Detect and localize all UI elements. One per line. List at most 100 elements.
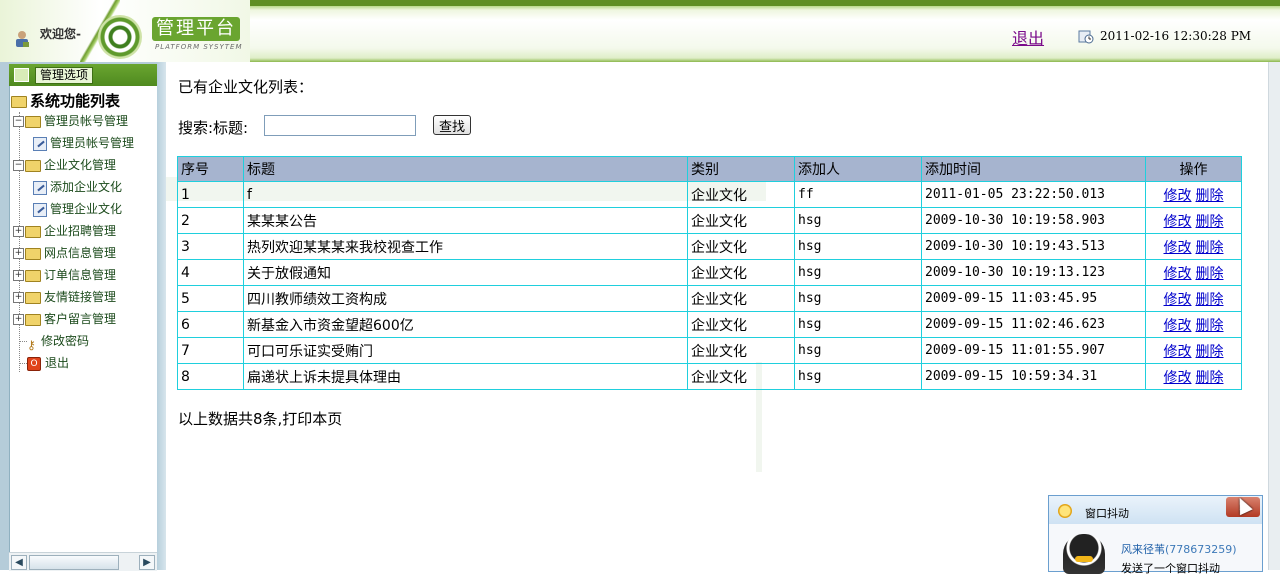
folder-icon — [25, 291, 41, 304]
edit-link[interactable]: 修改 — [1164, 188, 1192, 204]
delete-link[interactable]: 删除 — [1196, 292, 1224, 308]
sidebar-horizontal-scrollbar[interactable]: ◀ ▶ — [9, 552, 157, 571]
scroll-right-icon[interactable]: ▶ — [139, 555, 155, 570]
search-input[interactable] — [264, 115, 416, 136]
cell-time: 2011-01-05 23:22:50.013 — [921, 181, 1146, 208]
sender-nickname: 风来径苇 — [1121, 543, 1165, 556]
sidebar-header-label[interactable]: 管理选项 — [35, 67, 94, 84]
column-header-category: 类别 — [687, 156, 795, 182]
sidebar: 管理选项 系统功能列表 − 管理员帐号管理 管理员帐号管理 − 企业文化管理 添加企… — [0, 62, 166, 571]
cell-category: 企业文化 — [687, 181, 795, 208]
tree-root[interactable]: 系统功能列表 — [11, 92, 120, 110]
main-vertical-scrollbar[interactable] — [1268, 62, 1280, 570]
cell-adder: hsg — [794, 207, 922, 234]
folder-open-icon — [11, 95, 27, 108]
sidebar-item-label: 网点信息管理 — [44, 246, 117, 260]
cell-title: 扁递状上诉未提具体理由 — [243, 363, 688, 390]
edit-link[interactable]: 修改 — [1164, 240, 1192, 256]
notification-message: 发送了一个窗口抖动 — [1121, 562, 1220, 575]
sidebar-item-admin-account[interactable]: 管理员帐号管理 — [33, 134, 134, 152]
sidebar-item-label: 修改密码 — [41, 334, 90, 348]
cell-no: 6 — [177, 311, 244, 338]
collapse-icon: − — [13, 160, 24, 171]
sender-qq-number: (778673259) — [1165, 543, 1237, 556]
cell-adder: hsg — [794, 337, 922, 364]
notification-titlebar[interactable]: 窗口抖动 ✕ — [1049, 496, 1262, 524]
page-title: 已有企业文化列表： — [178, 78, 314, 96]
sidebar-item-label: 友情链接管理 — [44, 290, 117, 304]
sidebar-item-recruitment[interactable]: + 企业招聘管理 — [13, 222, 116, 240]
collapse-icon: − — [13, 116, 24, 127]
column-header-actions: 操作 — [1145, 156, 1242, 182]
edit-link[interactable]: 修改 — [1164, 292, 1192, 308]
sidebar-item-admin-account-group[interactable]: − 管理员帐号管理 — [13, 112, 128, 130]
sidebar-item-culture-group[interactable]: − 企业文化管理 — [13, 156, 116, 174]
sidebar-item-label: 管理员帐号管理 — [44, 114, 129, 128]
cell-no: 8 — [177, 363, 244, 390]
expand-icon: + — [13, 292, 24, 303]
column-header-adder: 添加人 — [794, 156, 922, 182]
sidebar-item-label: 添加企业文化 — [50, 180, 123, 194]
cell-title: f — [243, 181, 688, 208]
cell-title: 可口可乐证实受贿门 — [243, 337, 688, 364]
logout-link[interactable]: 退出 — [1012, 25, 1044, 49]
logo-subtitle: PLATFORM SYSYTEM — [155, 43, 243, 51]
sidebar-item-add-culture[interactable]: 添加企业文化 — [33, 178, 122, 196]
sidebar-item-exit[interactable]: O 退出 — [19, 354, 69, 372]
culture-table: 序号 标题 类别 添加人 添加时间 操作 1 f 企业文化 ff 2011-01… — [177, 156, 1242, 390]
edit-link[interactable]: 修改 — [1164, 318, 1192, 334]
cell-no: 3 — [177, 233, 244, 260]
cell-adder: hsg — [794, 311, 922, 338]
cell-category: 企业文化 — [687, 233, 795, 260]
expand-icon: + — [13, 226, 24, 237]
sidebar-item-label: 管理企业文化 — [50, 202, 123, 216]
cell-title: 关于放假通知 — [243, 259, 688, 286]
cell-adder: hsg — [794, 233, 922, 260]
cell-adder: hsg — [794, 285, 922, 312]
delete-link[interactable]: 删除 — [1196, 266, 1224, 282]
table-row: 1 f 企业文化 ff 2011-01-05 23:22:50.013 修改 删除 — [177, 181, 1242, 208]
column-header-title: 标题 — [243, 156, 688, 182]
window-shake-notification[interactable]: 窗口抖动 ✕ 风来径苇(778673259) 发送了一个窗口抖动 — [1048, 495, 1263, 575]
scroll-left-icon[interactable]: ◀ — [11, 555, 27, 570]
edit-link[interactable]: 修改 — [1164, 214, 1192, 230]
search-button[interactable]: 查找 — [433, 115, 472, 135]
delete-link[interactable]: 删除 — [1196, 188, 1224, 204]
delete-link[interactable]: 删除 — [1196, 318, 1224, 334]
tree-connector — [19, 363, 27, 364]
cell-title: 热列欢迎某某某来我校视查工作 — [243, 233, 688, 260]
cell-time: 2009-09-15 10:59:34.31 — [921, 363, 1146, 390]
cell-actions: 修改 删除 — [1145, 181, 1242, 208]
cell-no: 5 — [177, 285, 244, 312]
cell-no: 1 — [177, 181, 244, 208]
delete-link[interactable]: 删除 — [1196, 214, 1224, 230]
cell-time: 2009-09-15 11:02:46.623 — [921, 311, 1146, 338]
edit-link[interactable]: 修改 — [1164, 370, 1192, 386]
sidebar-item-change-password[interactable]: ⚷ 修改密码 — [19, 332, 90, 352]
table-row: 6 新基金入市资金望超600亿 企业文化 hsg 2009-09-15 11:0… — [177, 311, 1242, 338]
frame-splitter[interactable] — [157, 62, 166, 570]
delete-link[interactable]: 删除 — [1196, 370, 1224, 386]
delete-link[interactable]: 删除 — [1196, 240, 1224, 256]
expand-icon: + — [13, 248, 24, 259]
cell-title: 四川教师绩效工资构成 — [243, 285, 688, 312]
cell-category: 企业文化 — [687, 207, 795, 234]
scrollbar-thumb[interactable] — [29, 555, 119, 570]
edit-link[interactable]: 修改 — [1164, 344, 1192, 360]
calendar-clock-icon — [1078, 30, 1094, 44]
record-count-footer: 以上数据共8条,打印本页 — [178, 410, 343, 428]
sidebar-item-orders[interactable]: + 订单信息管理 — [13, 266, 116, 284]
cell-category: 企业文化 — [687, 337, 795, 364]
sidebar-item-messages[interactable]: + 客户留言管理 — [13, 310, 116, 328]
edit-document-icon — [33, 180, 47, 195]
cell-no: 7 — [177, 337, 244, 364]
sender-name[interactable]: 风来径苇(778673259) — [1121, 541, 1237, 557]
sidebar-item-outlets[interactable]: + 网点信息管理 — [13, 244, 116, 262]
delete-link[interactable]: 删除 — [1196, 344, 1224, 360]
sidebar-item-manage-culture[interactable]: 管理企业文化 — [33, 200, 122, 218]
cell-adder: hsg — [794, 259, 922, 286]
table-row: 2 某某某公告 企业文化 hsg 2009-10-30 10:19:58.903… — [177, 207, 1242, 234]
edit-link[interactable]: 修改 — [1164, 266, 1192, 282]
table-row: 3 热列欢迎某某某来我校视查工作 企业文化 hsg 2009-10-30 10:… — [177, 233, 1242, 260]
sidebar-item-links[interactable]: + 友情链接管理 — [13, 288, 116, 306]
